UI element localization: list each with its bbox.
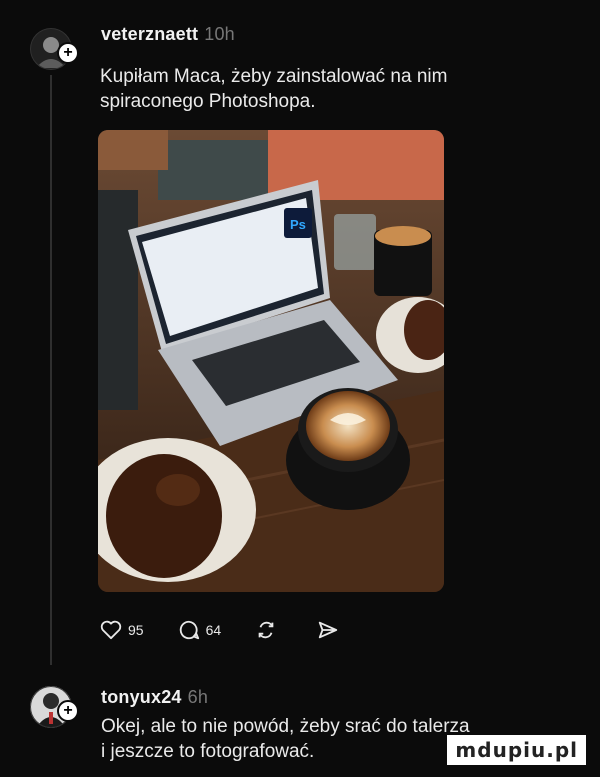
post-actions: 95 64 (100, 615, 379, 645)
thread-line (50, 75, 52, 665)
ps-badge: Ps (290, 217, 306, 232)
post-text: Kupiłam Maca, żeby zainstalować na nim s… (100, 64, 570, 114)
comment-icon (179, 620, 199, 640)
like-button[interactable]: 95 (100, 620, 144, 640)
share-button[interactable] (317, 619, 345, 641)
comment-button[interactable]: 64 (178, 619, 222, 641)
photo-scene: Ps (98, 130, 444, 592)
heart-icon (100, 620, 122, 640)
post-time: 10h (204, 24, 235, 44)
reply-time: 6h (187, 687, 209, 707)
plus-icon[interactable]: + (57, 42, 79, 64)
repost-icon (258, 621, 274, 639)
share-icon (318, 621, 338, 639)
post-username[interactable]: veterznaett (101, 24, 198, 44)
repost-button[interactable] (255, 619, 283, 641)
post-text-line: spiraconego Photoshopa. (100, 91, 316, 112)
plus-icon[interactable]: + (57, 700, 79, 722)
reply-header: tonyux24 6h (101, 687, 208, 708)
watermark-logo: mdupiu.pl (447, 735, 586, 765)
post-header: veterznaett 10h (101, 24, 235, 45)
like-count: 95 (128, 622, 144, 638)
reply-username[interactable]: tonyux24 (101, 687, 182, 707)
post-text-line: Kupiłam Maca, żeby zainstalować na nim (100, 66, 448, 87)
post-photo[interactable]: Ps (98, 130, 444, 592)
comment-count: 64 (205, 622, 222, 638)
